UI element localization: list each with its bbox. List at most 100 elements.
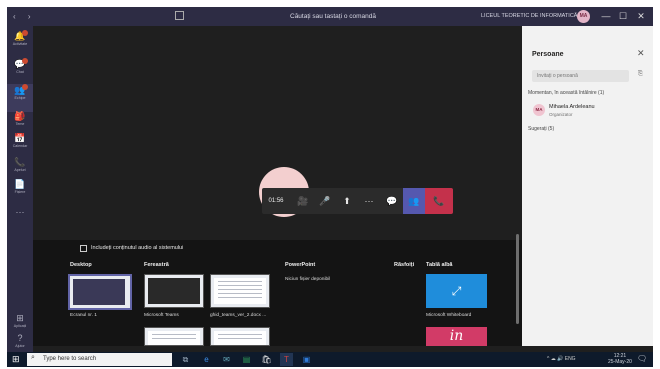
share-tray-icon[interactable]: ⬆ bbox=[336, 188, 358, 214]
search-command-bar[interactable]: Căutați sau tastați o comandă bbox=[290, 13, 376, 20]
edge-icon[interactable]: e bbox=[200, 353, 213, 366]
windows-start-icon[interactable]: ⊞ bbox=[12, 354, 20, 365]
organization-name[interactable]: LICEUL TEORETIC DE INFORMATICĂ "G... bbox=[481, 13, 590, 19]
app-rail: 🔔 Activitate 💬 Chat 👥 Echipe 🎒 Teme 📅 Ca… bbox=[7, 26, 33, 353]
window-preview bbox=[148, 278, 200, 304]
task-view-icon[interactable]: ⧉ bbox=[179, 353, 192, 366]
mail-icon[interactable]: ✉ bbox=[220, 353, 233, 366]
help-icon: ? bbox=[17, 333, 23, 343]
include-audio-label: Includeți conținutul audio al sistemului bbox=[91, 245, 184, 251]
rail-activity[interactable]: 🔔 Activitate bbox=[7, 30, 33, 58]
rail-label: Chat bbox=[16, 70, 24, 74]
calendar-icon: 📅 bbox=[14, 133, 26, 143]
clock-date: 25-May-20 bbox=[608, 359, 632, 365]
camera-icon[interactable]: 🎥 bbox=[292, 188, 314, 214]
rail-teams[interactable]: 👥 Echipe bbox=[7, 84, 33, 112]
window-thumbnail-teams[interactable] bbox=[144, 274, 204, 308]
store-icon[interactable]: 🛍 bbox=[260, 353, 273, 366]
close-window-icon[interactable]: ✕ bbox=[634, 9, 648, 23]
taskbar-search[interactable]: ⌕ Type here to search bbox=[27, 353, 172, 366]
share-tray: Includeți conținutul audio al sistemului… bbox=[33, 234, 522, 346]
meeting-stage: 01:56 🎥 🎤 ⬆ ··· 💬 👥 📞 bbox=[33, 26, 522, 240]
rail-more[interactable]: ··· bbox=[7, 206, 33, 234]
title-bar: ‹ › Căutați sau tastați o comandă LICEUL… bbox=[7, 7, 653, 26]
more-actions-icon[interactable]: ··· bbox=[358, 188, 380, 214]
phone-icon: 📞 bbox=[14, 157, 26, 167]
scrollbar[interactable] bbox=[516, 234, 519, 324]
window-thumbnail-doc[interactable] bbox=[210, 274, 270, 308]
screen-preview bbox=[73, 279, 125, 305]
participant-role: Organizator bbox=[549, 112, 573, 117]
chat-toggle-icon[interactable]: 💬 bbox=[381, 188, 403, 214]
close-icon[interactable]: ✕ bbox=[637, 48, 645, 59]
compose-icon[interactable] bbox=[175, 11, 184, 20]
copy-link-icon[interactable]: ⎘ bbox=[638, 71, 643, 78]
window-item-label: Microsoft Teams bbox=[144, 313, 179, 318]
rail-chat[interactable]: 💬 Chat bbox=[7, 58, 33, 86]
system-tray[interactable]: ^ ☁ 🔊 ENG bbox=[547, 356, 576, 362]
section-whiteboard: Tablă albă bbox=[426, 262, 453, 268]
rail-label: Fișiere bbox=[14, 190, 26, 194]
search-placeholder: Type here to search bbox=[43, 356, 97, 362]
powerpoint-empty-label: Niciun fișier deponibil bbox=[285, 277, 331, 282]
people-panel: Persoane ✕ Invitați o persoană ⎘ Momenta… bbox=[522, 26, 653, 346]
bell-icon: 🔔 bbox=[14, 31, 26, 41]
document-preview bbox=[148, 331, 200, 345]
include-audio-checkbox[interactable] bbox=[80, 245, 87, 252]
apps-icon: ⊞ bbox=[16, 313, 24, 323]
window-thumbnail-3[interactable] bbox=[144, 327, 204, 346]
file-icon: 📄 bbox=[14, 179, 26, 189]
minimize-icon[interactable]: — bbox=[599, 9, 613, 23]
document-preview bbox=[214, 331, 266, 345]
section-window: Fereastră bbox=[144, 262, 169, 268]
backpack-icon: 🎒 bbox=[14, 111, 26, 121]
whiteboard-tile[interactable]: ⤢ bbox=[426, 274, 487, 308]
whiteboard-icon: ⤢ bbox=[451, 284, 462, 298]
rail-label: Echipe bbox=[14, 96, 26, 100]
rail-label: Activitate bbox=[12, 42, 28, 46]
more-icon: ··· bbox=[15, 207, 25, 217]
rail-label: Calendar bbox=[12, 144, 28, 148]
rail-label: Ajutor bbox=[15, 344, 25, 348]
window-thumbnail-4[interactable] bbox=[210, 327, 270, 346]
app-taskbar-icon[interactable]: ▣ bbox=[300, 353, 313, 366]
nav-arrows[interactable]: ‹ › bbox=[13, 12, 36, 21]
hang-up-icon[interactable]: 📞 bbox=[425, 188, 453, 214]
rail-label: Teme bbox=[15, 122, 25, 126]
teams-window: ‹ › Căutați sau tastați o comandă LICEUL… bbox=[7, 7, 653, 353]
rail-help[interactable]: ? Ajutor bbox=[7, 332, 33, 353]
meeting-controls: 01:56 🎥 🎤 ⬆ ··· 💬 👥 📞 bbox=[262, 188, 453, 214]
whiteboard-2-icon: in bbox=[449, 328, 464, 344]
notification-badge bbox=[22, 58, 28, 64]
notification-center-icon[interactable]: 🗨 bbox=[637, 354, 647, 363]
windows-taskbar: ⊞ ⌕ Type here to search ⧉ e ✉ ▤ 🛍 T ▣ ^ … bbox=[7, 352, 653, 367]
chat-icon: 💬 bbox=[14, 59, 26, 69]
invite-input[interactable]: Invitați o persoană bbox=[532, 70, 629, 82]
rail-label: Apeluri bbox=[14, 168, 26, 172]
panel-title: Persoane bbox=[532, 51, 564, 58]
explorer-icon[interactable]: ▤ bbox=[240, 353, 253, 366]
participant-name[interactable]: Mihaela Ardeleanu bbox=[549, 104, 595, 110]
document-preview bbox=[214, 278, 266, 304]
section-powerpoint: PowerPoint bbox=[285, 262, 316, 268]
call-timer: 01:56 bbox=[268, 198, 284, 204]
microphone-icon[interactable]: 🎤 bbox=[314, 188, 336, 214]
teams-icon: 👥 bbox=[14, 85, 26, 95]
desktop-item-label: Ecranul nr. 1 bbox=[70, 313, 97, 318]
maximize-icon[interactable]: ☐ bbox=[616, 9, 630, 23]
desktop-screen-thumbnail[interactable] bbox=[68, 274, 132, 310]
window-item-label: ghid_teams_ver_2.docx ... bbox=[210, 313, 267, 318]
participants-icon[interactable]: 👥 bbox=[403, 188, 425, 214]
clock[interactable]: 12:21 25-May-20 bbox=[608, 353, 632, 365]
user-avatar[interactable]: MA bbox=[577, 10, 590, 23]
participant-avatar: MA bbox=[533, 104, 545, 116]
rail-files[interactable]: 📄 Fișiere bbox=[7, 178, 33, 206]
group-suggested[interactable]: Sugerați (5) bbox=[528, 126, 554, 132]
notification-badge bbox=[22, 84, 28, 90]
section-browse[interactable]: Răsfoiți bbox=[394, 262, 414, 268]
section-desktop: Desktop bbox=[70, 262, 92, 268]
search-icon: ⌕ bbox=[31, 354, 35, 361]
whiteboard-tile-2[interactable]: in bbox=[426, 327, 487, 346]
group-in-meeting[interactable]: Momentan, în această întâlnire (1) bbox=[528, 90, 604, 96]
teams-taskbar-icon[interactable]: T bbox=[280, 353, 293, 366]
